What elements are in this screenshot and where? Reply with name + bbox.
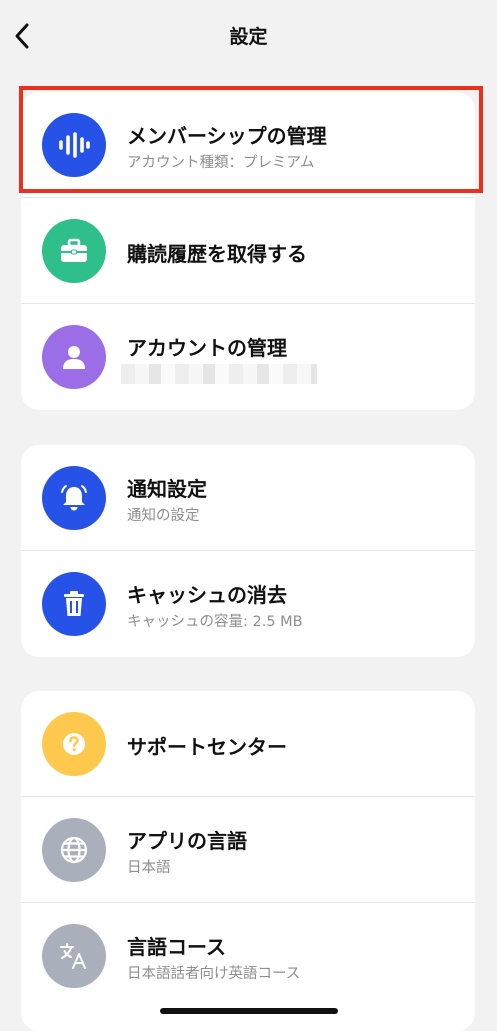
- briefcase-icon: [42, 219, 106, 283]
- person-icon: [42, 325, 106, 389]
- account-management-title: アカウントの管理: [127, 336, 287, 360]
- notification-settings-title: 通知設定: [127, 477, 207, 501]
- language-course-row[interactable]: 言語コース 日本語話者向け英語コース: [21, 903, 475, 1009]
- clear-cache-subtitle: キャッシュの容量: 2.5 MB: [127, 614, 303, 630]
- header: 設定: [0, 0, 497, 70]
- settings-group-support: サポートセンター アプリの言語 日本語 言語コース 日本語話者向け英語コース: [21, 691, 475, 1031]
- membership-row[interactable]: メンバーシップの管理 アカウント種類：プレミアム: [21, 92, 475, 198]
- home-indicator: [160, 1008, 338, 1014]
- trash-icon: [42, 572, 106, 636]
- globe-icon: [42, 818, 106, 882]
- notification-settings-subtitle: 通知の設定: [127, 508, 200, 524]
- audio-waveform-icon: [42, 113, 106, 177]
- redacted-account-email: [121, 364, 317, 384]
- question-icon: [42, 712, 106, 776]
- clear-cache-title: キャッシュの消去: [127, 583, 287, 607]
- purchase-history-title: 購読履歴を取得する: [127, 242, 307, 266]
- account-management-row[interactable]: アカウントの管理: [21, 304, 475, 410]
- app-language-subtitle: 日本語: [127, 860, 171, 876]
- language-course-subtitle: 日本語話者向け英語コース: [127, 966, 301, 982]
- app-language-title: アプリの言語: [127, 829, 247, 853]
- translate-icon: [42, 924, 106, 988]
- membership-subtitle: アカウント種類：プレミアム: [127, 155, 315, 171]
- support-center-title: サポートセンター: [127, 735, 287, 759]
- membership-title: メンバーシップの管理: [127, 124, 327, 148]
- bell-icon: [42, 466, 106, 530]
- settings-group-account: メンバーシップの管理 アカウント種類：プレミアム 購読履歴を取得する アカウント…: [21, 92, 475, 410]
- purchase-history-row[interactable]: 購読履歴を取得する: [21, 198, 475, 304]
- language-course-title: 言語コース: [127, 935, 226, 959]
- clear-cache-row[interactable]: キャッシュの消去 キャッシュの容量: 2.5 MB: [21, 551, 475, 657]
- page-title: 設定: [229, 26, 268, 48]
- notification-settings-row[interactable]: 通知設定 通知の設定: [21, 445, 475, 551]
- app-language-row[interactable]: アプリの言語 日本語: [21, 797, 475, 903]
- settings-group-notifications: 通知設定 通知の設定 キャッシュの消去 キャッシュの容量: 2.5 MB: [21, 445, 475, 657]
- support-center-row[interactable]: サポートセンター: [21, 691, 475, 797]
